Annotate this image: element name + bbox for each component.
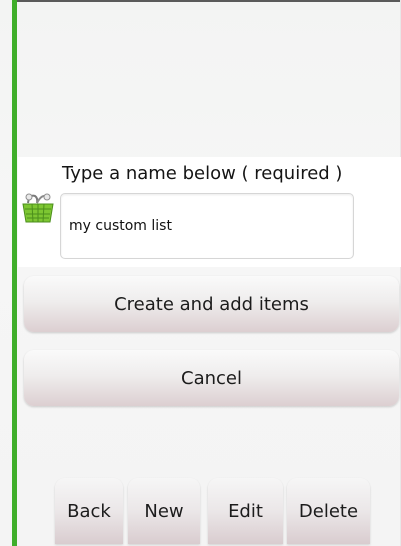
- back-button-label: Back: [67, 500, 111, 522]
- cancel-button-label: Cancel: [181, 367, 242, 389]
- create-and-add-items-button[interactable]: Create and add items: [24, 276, 399, 332]
- edit-button-label: Edit: [228, 500, 263, 522]
- top-divider: [14, 0, 401, 2]
- edit-button[interactable]: Edit: [208, 478, 283, 544]
- shopping-basket-icon: [20, 191, 56, 225]
- delete-button[interactable]: Delete: [287, 478, 370, 544]
- accent-bar: [12, 0, 17, 546]
- new-button-label: New: [144, 500, 184, 522]
- app-screen: Type a name below ( required ) Create an…: [0, 0, 401, 546]
- cancel-button[interactable]: Cancel: [24, 350, 399, 406]
- list-name-input[interactable]: [60, 193, 354, 259]
- create-button-label: Create and add items: [114, 293, 309, 315]
- name-prompt-label: Type a name below ( required ): [62, 163, 343, 184]
- delete-button-label: Delete: [298, 500, 359, 522]
- new-button[interactable]: New: [128, 478, 200, 544]
- back-button[interactable]: Back: [55, 478, 123, 544]
